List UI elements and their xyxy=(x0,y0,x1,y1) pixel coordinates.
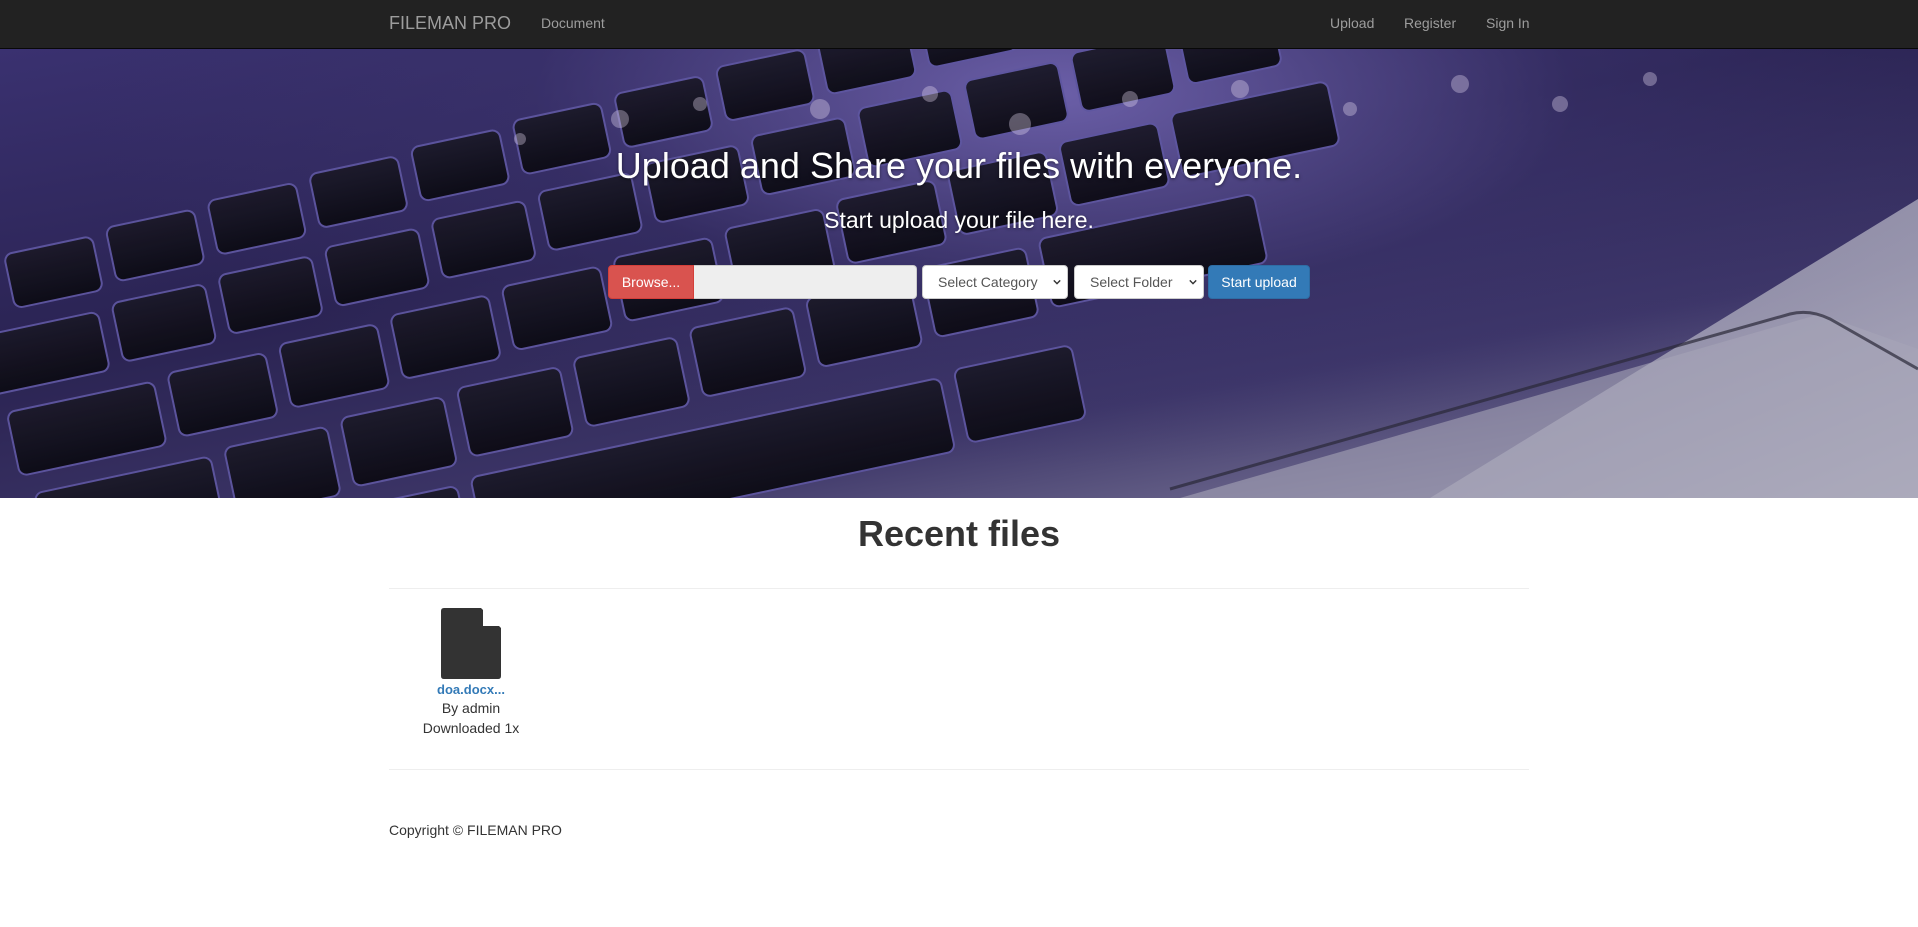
file-download-count: Downloaded 1x xyxy=(422,720,520,736)
chevron-down-icon xyxy=(1189,279,1197,285)
folder-select[interactable]: Select Folder xyxy=(1074,265,1204,299)
brand-logo[interactable]: FILEMAN PRO xyxy=(389,13,511,33)
hero-subline: Start upload your file here. xyxy=(824,207,1094,233)
file-card: doa.docx... By admin Downloaded 1x xyxy=(400,608,542,738)
browse-button[interactable]: Browse... xyxy=(608,265,694,299)
nav-sign-in[interactable]: Sign In xyxy=(1486,15,1530,31)
category-select[interactable]: Select Category xyxy=(922,265,1068,299)
recent-files-heading: Recent files xyxy=(857,513,1061,554)
divider xyxy=(389,769,1529,770)
folder-select-value: Select Folder xyxy=(1090,274,1173,290)
nav-upload[interactable]: Upload xyxy=(1330,15,1374,31)
category-select-value: Select Category xyxy=(938,274,1038,290)
selected-file-field[interactable] xyxy=(694,265,917,299)
chevron-down-icon xyxy=(1053,279,1061,285)
navbar: FILEMAN PRO Document Upload Register Sig… xyxy=(0,0,1918,49)
hero-banner: Upload and Share your files with everyon… xyxy=(0,49,1918,498)
footer-copyright: Copyright © FILEMAN PRO xyxy=(389,822,562,838)
start-upload-button[interactable]: Start upload xyxy=(1208,265,1310,299)
file-name-link[interactable]: doa.docx... xyxy=(400,682,542,698)
nav-document[interactable]: Document xyxy=(541,15,605,31)
hero-headline: Upload and Share your files with everyon… xyxy=(615,145,1303,186)
nav-register[interactable]: Register xyxy=(1404,15,1456,31)
file-icon[interactable] xyxy=(441,608,501,679)
divider xyxy=(389,588,1529,589)
file-owner: By admin xyxy=(441,700,501,716)
